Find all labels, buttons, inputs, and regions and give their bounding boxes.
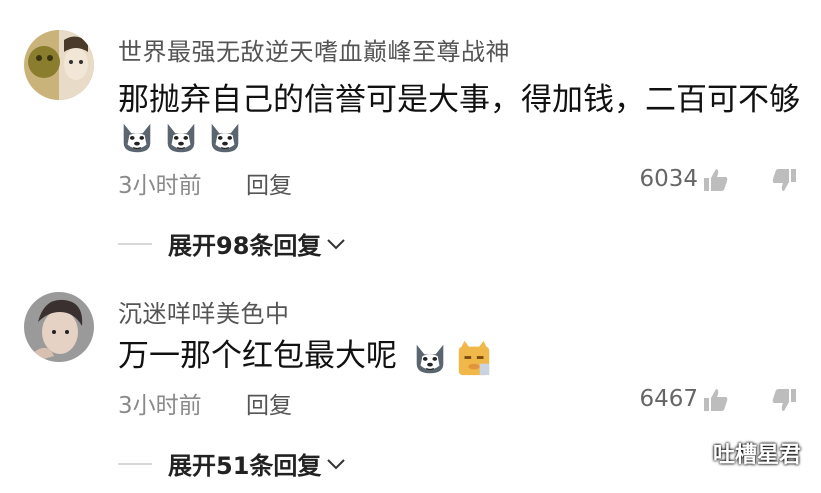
thumbs-up-icon[interactable] (702, 386, 730, 414)
husky-emoji (211, 123, 239, 153)
reply-button[interactable]: 回复 (246, 386, 292, 420)
wechat-icon (673, 443, 706, 463)
like-count: 6467 (639, 386, 698, 412)
thumbs-down-icon[interactable] (770, 166, 798, 194)
divider (118, 462, 152, 465)
husky-emoji (416, 344, 444, 373)
timestamp: 3小时前 (118, 173, 202, 199)
husky-emoji (167, 123, 195, 153)
husky-emoji (123, 123, 151, 153)
comment-text: 万一那个红包最大呢 (118, 338, 397, 374)
avatar[interactable] (24, 30, 94, 100)
emoji-row (118, 118, 244, 156)
comment-text: 那抛弃自己的信誉可是大事，得加钱，二百可不够 (118, 82, 800, 118)
expand-replies[interactable]: 展开98条回复 (118, 226, 347, 261)
reply-button[interactable]: 回复 (246, 166, 292, 200)
like-count: 6034 (639, 166, 698, 192)
chevron-down-icon (327, 458, 346, 469)
username[interactable]: 沉迷咩咩美色中 (118, 294, 290, 329)
watermark-text: 吐槽星君 (712, 443, 801, 468)
username[interactable]: 世界最强无敌逆天嗜血巅峰至尊战神 (118, 32, 510, 67)
emoji-row (411, 339, 493, 377)
timestamp: 3小时前 (118, 393, 202, 419)
comment-text-row: 万一那个红包最大呢 (118, 330, 493, 377)
watermark: 吐槽星君 (673, 437, 801, 469)
avatar[interactable] (24, 292, 94, 362)
expand-replies-label[interactable]: 展开98条回复 (168, 226, 321, 261)
thumbs-up-icon[interactable] (702, 166, 730, 194)
divider (118, 242, 152, 245)
expand-replies[interactable]: 展开51条回复 (118, 446, 347, 481)
doge-cat-emoji (458, 340, 490, 375)
chevron-down-icon (327, 238, 346, 249)
thumbs-down-icon[interactable] (770, 386, 798, 414)
expand-replies-label[interactable]: 展开51条回复 (168, 446, 321, 481)
comment-item: 世界最强无敌逆天嗜血巅峰至尊战神 那抛弃自己的信誉可是大事，得加钱，二百可不够 (0, 0, 821, 276)
